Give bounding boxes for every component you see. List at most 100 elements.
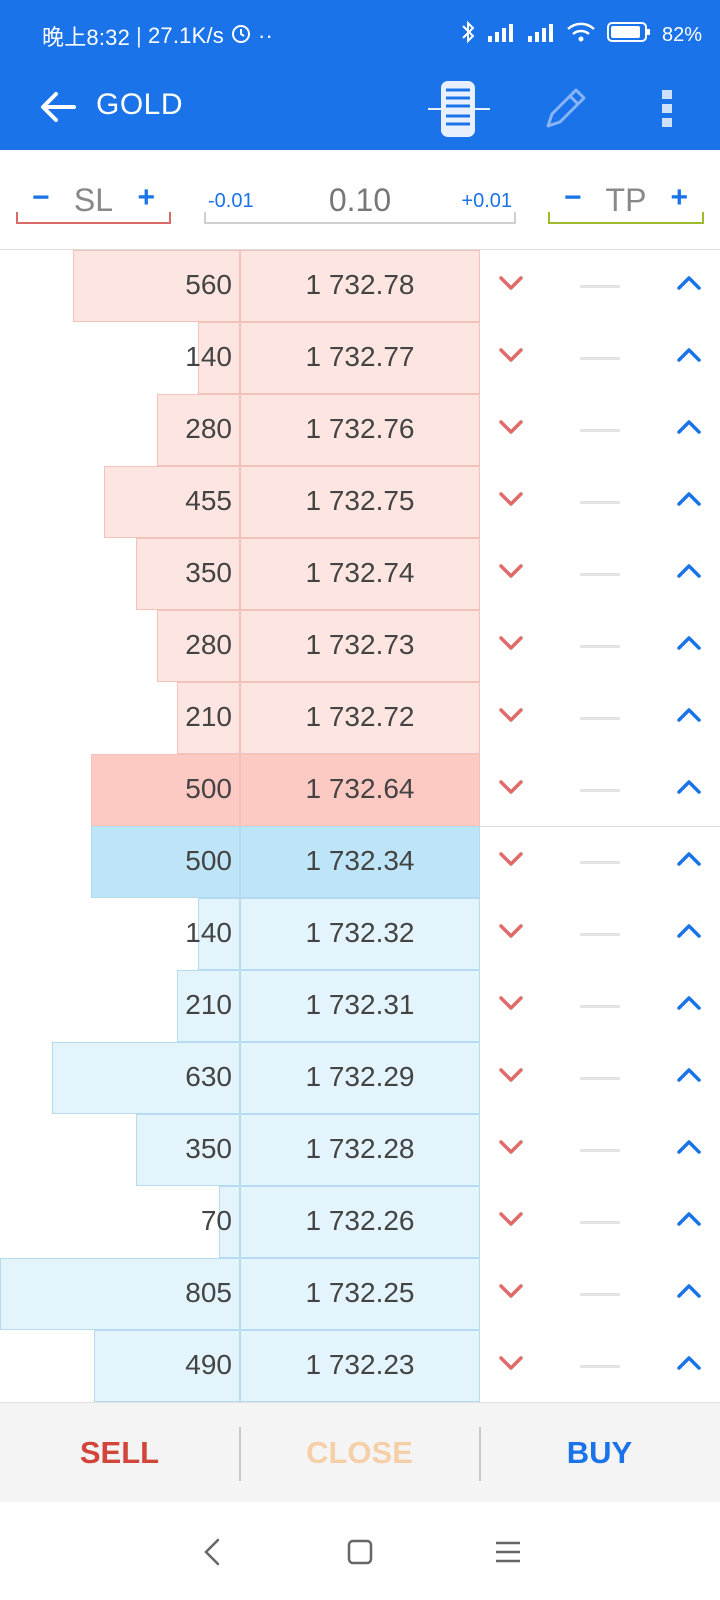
buy-limit-chevron-up-icon[interactable] [674, 412, 704, 442]
buy-limit-chevron-up-icon[interactable] [674, 1060, 704, 1090]
status-divider: | [136, 23, 142, 48]
sell-limit-chevron-down-icon[interactable] [496, 1132, 526, 1162]
nav-menu-icon[interactable] [488, 1532, 528, 1572]
price-label: 1 732.78 [305, 269, 415, 300]
sell-limit-chevron-down-icon[interactable] [496, 484, 526, 514]
battery-percent: 82% [661, 23, 702, 46]
order-placeholder-dash [580, 645, 620, 648]
depth-of-market-book: 560 1 732.78 140 1 732.77 280 1 732.76 455 1 73… [0, 250, 720, 1402]
bid-row[interactable]: 805 1 732.25 [0, 1258, 720, 1330]
order-placeholder-dash [580, 789, 620, 792]
sl-plus-button[interactable]: + [137, 180, 155, 216]
volume-control: -0.01 0.10 +0.01 [204, 178, 516, 224]
price-label: 1 732.31 [305, 989, 415, 1020]
sell-limit-chevron-down-icon[interactable] [496, 1348, 526, 1378]
bid-row[interactable]: 630 1 732.29 [0, 1042, 720, 1114]
sell-limit-chevron-down-icon[interactable] [496, 268, 526, 298]
volume-label: 630 [185, 1061, 232, 1092]
ask-row[interactable]: 280 1 732.76 [0, 394, 720, 466]
volume-increase-button[interactable]: +0.01 [461, 190, 512, 213]
nav-home-icon[interactable] [340, 1532, 380, 1572]
buy-limit-chevron-up-icon[interactable] [674, 700, 704, 730]
sell-limit-chevron-down-icon[interactable] [496, 988, 526, 1018]
buy-limit-chevron-up-icon[interactable] [674, 916, 704, 946]
bid-row[interactable]: 500 1 732.34 [0, 826, 720, 898]
volume-label: 280 [185, 413, 232, 444]
price-label: 1 732.32 [305, 917, 415, 948]
ask-row[interactable]: 560 1 732.78 [0, 250, 720, 322]
ask-row[interactable]: 455 1 732.75 [0, 466, 720, 538]
buy-limit-chevron-up-icon[interactable] [674, 1132, 704, 1162]
tp-plus-button[interactable]: + [670, 180, 688, 216]
buy-limit-chevron-up-icon[interactable] [674, 1348, 704, 1378]
buy-limit-chevron-up-icon[interactable] [674, 484, 704, 514]
price-label: 1 732.76 [305, 413, 415, 444]
ask-row[interactable]: 280 1 732.73 [0, 610, 720, 682]
buy-limit-chevron-up-icon[interactable] [674, 1276, 704, 1306]
price-label: 1 732.34 [305, 845, 415, 876]
ask-row[interactable]: 500 1 732.64 [0, 754, 720, 826]
volume-label: 490 [185, 1349, 232, 1380]
buy-limit-chevron-up-icon[interactable] [674, 340, 704, 370]
ask-row[interactable]: 140 1 732.77 [0, 322, 720, 394]
bluetooth-icon [460, 20, 476, 50]
buy-limit-chevron-up-icon[interactable] [674, 844, 704, 874]
price-label: 1 732.25 [305, 1277, 415, 1308]
sell-limit-chevron-down-icon[interactable] [496, 772, 526, 802]
sell-limit-chevron-down-icon[interactable] [496, 1276, 526, 1306]
order-placeholder-dash [580, 1293, 620, 1296]
bid-row[interactable]: 70 1 732.26 [0, 1186, 720, 1258]
volume-label: 280 [185, 629, 232, 660]
sell-limit-chevron-down-icon[interactable] [496, 844, 526, 874]
order-placeholder-dash [580, 717, 620, 720]
close-button[interactable]: CLOSE [240, 1403, 479, 1503]
price-label: 1 732.77 [305, 341, 415, 372]
order-placeholder-dash [580, 1149, 620, 1152]
bid-row[interactable]: 490 1 732.23 [0, 1330, 720, 1402]
status-time: 晚上8:32 [42, 25, 131, 50]
order-placeholder-dash [580, 357, 620, 360]
volume-label: 455 [185, 485, 232, 516]
buy-limit-chevron-up-icon[interactable] [674, 628, 704, 658]
sell-limit-chevron-down-icon[interactable] [496, 700, 526, 730]
buy-limit-chevron-up-icon[interactable] [674, 772, 704, 802]
volume-label: 500 [185, 773, 232, 804]
stop-loss-control: − SL + [16, 178, 171, 224]
depth-of-market-icon[interactable] [426, 76, 492, 142]
signal-hd-icon [486, 20, 516, 50]
sell-limit-chevron-down-icon[interactable] [496, 412, 526, 442]
sell-limit-chevron-down-icon[interactable] [496, 628, 526, 658]
sell-limit-chevron-down-icon[interactable] [496, 916, 526, 946]
buy-limit-chevron-up-icon[interactable] [674, 556, 704, 586]
sell-button[interactable]: SELL [0, 1403, 239, 1503]
volume-label: 350 [185, 557, 232, 588]
buy-limit-chevron-up-icon[interactable] [674, 1204, 704, 1234]
sell-limit-chevron-down-icon[interactable] [496, 340, 526, 370]
bid-row[interactable]: 350 1 732.28 [0, 1114, 720, 1186]
trade-actions: SELL CLOSE BUY [0, 1402, 720, 1502]
price-label: 1 732.64 [305, 773, 415, 804]
pencil-icon[interactable] [538, 80, 594, 136]
order-placeholder-dash [580, 573, 620, 576]
sell-limit-chevron-down-icon[interactable] [496, 1060, 526, 1090]
bid-row[interactable]: 210 1 732.31 [0, 970, 720, 1042]
buy-limit-chevron-up-icon[interactable] [674, 988, 704, 1018]
app-bar: GOLD [0, 68, 720, 150]
back-arrow-icon[interactable] [34, 82, 84, 132]
symbol-title: GOLD [96, 88, 184, 121]
order-placeholder-dash [580, 1365, 620, 1368]
volume-label: 560 [185, 269, 232, 300]
sell-limit-chevron-down-icon[interactable] [496, 556, 526, 586]
sell-limit-chevron-down-icon[interactable] [496, 1204, 526, 1234]
ask-row[interactable]: 350 1 732.74 [0, 538, 720, 610]
system-nav-bar [0, 1502, 720, 1600]
status-dots-icon: ·· [257, 23, 274, 48]
nav-back-icon[interactable] [194, 1532, 234, 1572]
status-right: 82% [460, 20, 702, 50]
bid-row[interactable]: 140 1 732.32 [0, 898, 720, 970]
buy-limit-chevron-up-icon[interactable] [674, 268, 704, 298]
more-vert-icon[interactable] [648, 78, 688, 138]
ask-row[interactable]: 210 1 732.72 [0, 682, 720, 754]
order-placeholder-dash [580, 501, 620, 504]
buy-button[interactable]: BUY [480, 1403, 719, 1503]
